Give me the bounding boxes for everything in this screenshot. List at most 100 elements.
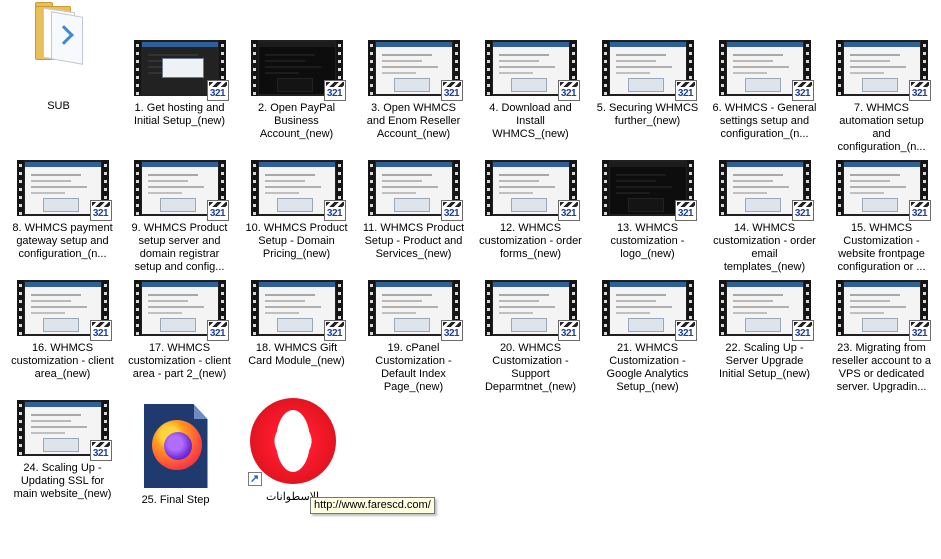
video-file[interactable]: 321 23. Migrating from reseller account t…	[823, 280, 940, 398]
video-file-label: 24. Scaling Up - Updating SSL for main w…	[13, 462, 112, 500]
video-thumbnail: 321	[718, 280, 814, 341]
badge-text: 321	[560, 208, 577, 219]
video-thumbnail: 321	[484, 280, 580, 341]
film-strip-left	[16, 400, 24, 456]
video-file[interactable]: 321 21. WHMCS Customization - Google Anal…	[589, 280, 706, 398]
video-file[interactable]: 321 5. Securing WHMCS further_(new)	[589, 40, 706, 158]
media-player-321-icon: 321	[557, 80, 580, 101]
opera-icon: ↗	[247, 398, 338, 488]
media-player-321-icon: 321	[89, 440, 112, 461]
badge-text: 321	[794, 208, 811, 219]
badge-text: 321	[677, 208, 694, 219]
video-thumbnail: 321	[718, 160, 814, 221]
media-player-321-icon: 321	[908, 200, 931, 221]
film-strip-left	[601, 40, 609, 96]
film-strip-left	[367, 40, 375, 96]
video-file[interactable]: 321 15. WHMCS Customization - website fro…	[823, 160, 940, 278]
film-strip-left	[16, 160, 24, 216]
film-strip-left	[718, 160, 726, 216]
video-file[interactable]: 321 7. WHMCS automation setup and configu…	[823, 40, 940, 158]
media-player-321-icon: 321	[557, 320, 580, 341]
video-file[interactable]: 321 6. WHMCS - General settings setup and…	[706, 40, 823, 158]
film-strip-left	[16, 280, 24, 336]
video-file[interactable]: 321 9. WHMCS Product setup server and dom…	[121, 160, 238, 278]
video-file[interactable]: 321 17. WHMCS customization - client area…	[121, 280, 238, 398]
video-file[interactable]: 321 22. Scaling Up - Server Upgrade Initi…	[706, 280, 823, 398]
video-thumbnail: 321	[835, 280, 931, 341]
media-player-321-icon: 321	[791, 200, 814, 221]
video-thumbnail: 321	[367, 160, 463, 221]
badge-text: 321	[92, 328, 109, 339]
video-file[interactable]: 321 18. WHMCS Gift Card Module_(new)	[238, 280, 355, 398]
video-file[interactable]: 321 12. WHMCS customization - order forms…	[472, 160, 589, 278]
badge-text: 321	[443, 88, 460, 99]
badge-text: 321	[560, 88, 577, 99]
film-strip-left	[250, 280, 258, 336]
video-file-label: 8. WHMCS payment gateway setup and confi…	[12, 222, 113, 260]
video-file[interactable]: 321 3. Open WHMCS and Enom Reseller Accou…	[355, 40, 472, 158]
folder-icon	[29, 2, 89, 65]
video-file-label: 9. WHMCS Product setup server and domain…	[131, 222, 228, 273]
firefox-file-icon	[143, 404, 208, 488]
video-file[interactable]: 321 24. Scaling Up - Updating SSL for mai…	[4, 400, 121, 518]
video-thumbnail: 321	[601, 160, 697, 221]
media-player-321-icon: 321	[206, 80, 229, 101]
video-file[interactable]: 321 2. Open PayPal Business Account_(new)	[238, 40, 355, 158]
video-thumbnail: 321	[133, 280, 229, 341]
media-player-321-icon: 321	[206, 200, 229, 221]
folder-sub[interactable]: SUB	[0, 2, 117, 120]
video-file[interactable]: 321 20. WHMCS Customization - Support Dep…	[472, 280, 589, 398]
media-player-321-icon: 321	[440, 80, 463, 101]
video-file[interactable]: 321 14. WHMCS customization - order email…	[706, 160, 823, 278]
badge-text: 321	[209, 88, 226, 99]
video-file[interactable]: 321 10. WHMCS Product Setup - Domain Pric…	[238, 160, 355, 278]
video-file[interactable]: 321 1. Get hosting and Initial Setup_(new…	[121, 40, 238, 158]
video-file[interactable]: 321 8. WHMCS payment gateway setup and co…	[4, 160, 121, 278]
video-file-label: 19. cPanel Customization - Default Index…	[375, 342, 452, 393]
media-player-321-icon: 321	[89, 200, 112, 221]
video-thumbnail: 321	[367, 40, 463, 101]
video-file-label: 15. WHMCS Customization - website frontp…	[837, 222, 926, 273]
media-player-321-icon: 321	[674, 200, 697, 221]
film-strip-left	[367, 160, 375, 216]
video-thumbnail: 321	[601, 280, 697, 341]
media-player-321-icon: 321	[908, 320, 931, 341]
film-strip-left	[835, 40, 843, 96]
film-strip-left	[250, 40, 258, 96]
badge-text: 321	[911, 328, 928, 339]
video-thumbnail: 321	[484, 40, 580, 101]
video-file-label: 4. Download and Install WHMCS_(new)	[489, 102, 572, 140]
video-thumbnail: 321	[133, 40, 229, 101]
badge-text: 321	[911, 208, 928, 219]
media-player-321-icon: 321	[323, 200, 346, 221]
video-file[interactable]: 321 11. WHMCS Product Setup - Product and…	[355, 160, 472, 278]
badge-text: 321	[326, 328, 343, 339]
badge-text: 321	[677, 328, 694, 339]
video-file-label: 22. Scaling Up - Server Upgrade Initial …	[718, 342, 811, 380]
film-strip-left	[133, 40, 141, 96]
video-file-label: 7. WHMCS automation setup and configurat…	[837, 102, 926, 153]
video-file[interactable]: 321 13. WHMCS customization - logo_(new)	[589, 160, 706, 278]
media-player-321-icon: 321	[674, 320, 697, 341]
shortcut-arrow-icon: ↗	[247, 472, 262, 486]
video-file-label: 14. WHMCS customization - order email te…	[713, 222, 816, 273]
video-file-label: 3. Open WHMCS and Enom Reseller Account_…	[366, 102, 461, 140]
video-file-label: 17. WHMCS customization - client area - …	[128, 342, 231, 380]
badge-text: 321	[92, 208, 109, 219]
video-file-label: 2. Open PayPal Business Account_(new)	[257, 102, 336, 140]
badge-text: 321	[794, 88, 811, 99]
file-final-step[interactable]: 25. Final Step	[117, 404, 234, 522]
video-file[interactable]: 321 4. Download and Install WHMCS_(new)	[472, 40, 589, 158]
video-file-label: 5. Securing WHMCS further_(new)	[596, 102, 699, 127]
video-thumbnail: 321	[16, 160, 112, 221]
video-file[interactable]: 321 19. cPanel Customization - Default In…	[355, 280, 472, 398]
video-file-label: 6. WHMCS - General settings setup and co…	[712, 102, 817, 140]
media-player-321-icon: 321	[908, 80, 931, 101]
folder-label: SUB	[47, 100, 70, 112]
video-thumbnail: 321	[718, 40, 814, 101]
media-player-321-icon: 321	[440, 320, 463, 341]
media-player-321-icon: 321	[323, 80, 346, 101]
video-file[interactable]: 321 16. WHMCS customization - client area…	[4, 280, 121, 398]
badge-text: 321	[677, 88, 694, 99]
video-file-label: 12. WHMCS customization - order forms_(n…	[479, 222, 582, 260]
